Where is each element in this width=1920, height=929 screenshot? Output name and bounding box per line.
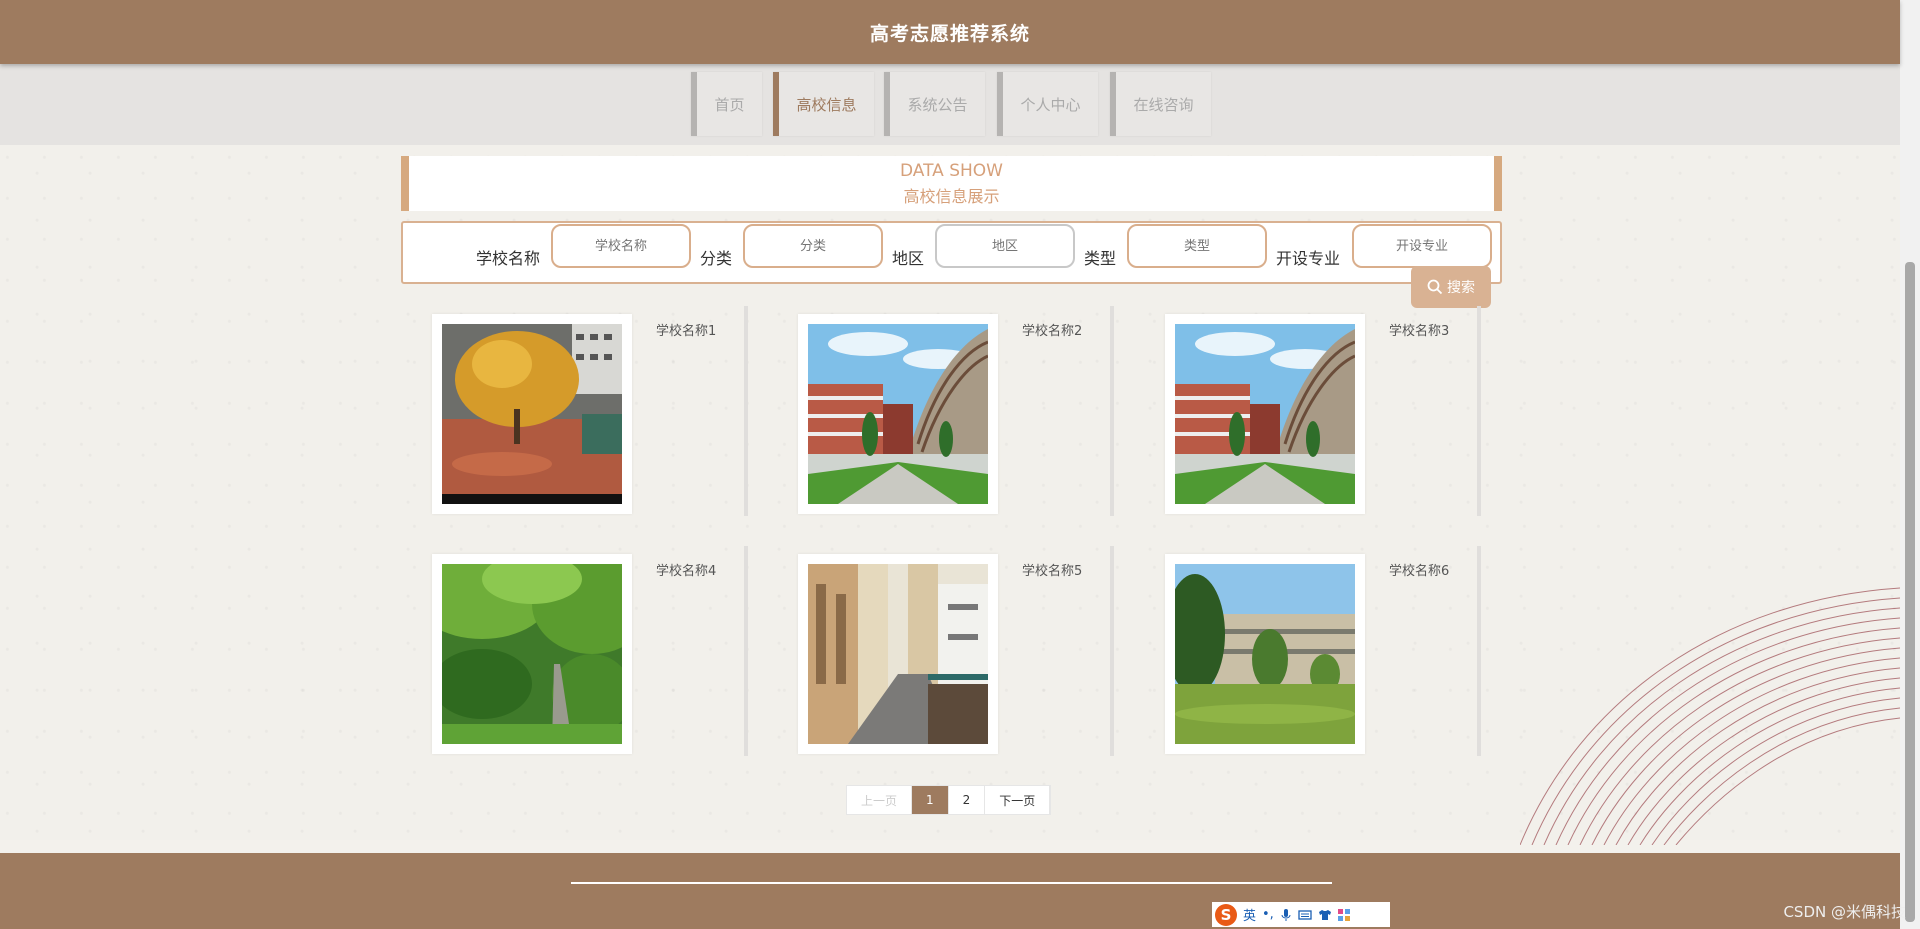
major-label: 开设专业	[1276, 249, 1341, 268]
section-title-en: DATA SHOW	[900, 161, 1003, 181]
school-card[interactable]: 学校名称4	[432, 546, 767, 756]
page-2-button[interactable]: 2	[949, 786, 986, 814]
section-title-cn: 高校信息展示	[903, 187, 1000, 206]
school-name[interactable]: 学校名称5	[1022, 560, 1082, 579]
next-page-button[interactable]: 下一页	[985, 786, 1051, 814]
school-card[interactable]: 学校名称6	[1165, 546, 1500, 756]
decorative-arcs	[1520, 587, 1900, 845]
nav-item-label: 高校信息	[796, 95, 857, 114]
ime-mode[interactable]: 英	[1243, 905, 1256, 924]
school-image-frame	[798, 554, 998, 754]
nav-item-home[interactable]: 首页	[691, 72, 762, 136]
school-image[interactable]	[808, 324, 988, 504]
nav-item-label: 系统公告	[907, 95, 968, 114]
nav-item-consult[interactable]: 在线咨询	[1110, 72, 1211, 136]
site-header: 高考志愿推荐系统	[0, 0, 1900, 64]
nav-item-announcements[interactable]: 系统公告	[884, 72, 985, 136]
sogou-logo-icon: S	[1215, 903, 1237, 926]
card-divider	[1477, 306, 1481, 516]
site-footer: S 英 •,	[0, 853, 1900, 929]
section-title-box: DATA SHOW 高校信息展示	[401, 156, 1502, 211]
school-image[interactable]	[442, 324, 622, 504]
toolbox-grid-icon[interactable]	[1337, 908, 1350, 921]
ime-toolbar[interactable]: S 英 •,	[1212, 902, 1390, 927]
microphone-icon[interactable]	[1280, 908, 1292, 922]
school-card[interactable]: 学校名称1	[432, 306, 767, 516]
scrollbar-thumb[interactable]	[1905, 262, 1915, 922]
footer-divider	[571, 882, 1332, 884]
card-divider	[744, 306, 748, 516]
search-form: 学校名称 分类 地区 类型 开设专业	[401, 221, 1502, 284]
school-image[interactable]	[1175, 324, 1355, 504]
page-1-button[interactable]: 1	[912, 786, 949, 814]
type-input[interactable]	[1127, 224, 1267, 268]
category-label: 分类	[700, 249, 733, 268]
major-input[interactable]	[1352, 224, 1492, 268]
card-divider	[1110, 546, 1114, 756]
region-input[interactable]	[935, 224, 1075, 268]
site-title: 高考志愿推荐系统	[869, 22, 1030, 45]
school-image[interactable]	[808, 564, 988, 744]
keyboard-icon[interactable]	[1298, 909, 1312, 921]
nav-item-label: 个人中心	[1020, 95, 1081, 114]
card-divider	[1477, 546, 1481, 756]
school-image-frame	[1165, 554, 1365, 754]
school-name[interactable]: 学校名称6	[1389, 560, 1449, 579]
school-name[interactable]: 学校名称2	[1022, 320, 1082, 339]
watermark: CSDN @米偶科技	[1783, 903, 1906, 921]
search-icon	[1427, 279, 1443, 295]
school-card[interactable]: 学校名称3	[1165, 306, 1500, 516]
nav-item-schools[interactable]: 高校信息	[773, 72, 874, 136]
region-label: 地区	[892, 249, 925, 268]
card-divider	[1110, 306, 1114, 516]
school-name[interactable]: 学校名称1	[656, 320, 716, 339]
school-image[interactable]	[1175, 564, 1355, 744]
school-name-label: 学校名称	[476, 249, 541, 268]
page-scrollbar[interactable]	[1900, 0, 1920, 929]
school-card[interactable]: 学校名称2	[798, 306, 1133, 516]
search-button-label: 搜索	[1447, 279, 1475, 295]
school-name[interactable]: 学校名称4	[656, 560, 716, 579]
main-nav: 首页 高校信息 系统公告 个人中心 在线咨询	[0, 64, 1900, 145]
pagination: 上一页 1 2 下一页	[846, 785, 1052, 815]
ime-punctuation[interactable]: •,	[1262, 907, 1274, 922]
nav-item-label: 在线咨询	[1133, 95, 1194, 114]
school-card[interactable]: 学校名称5	[798, 546, 1133, 756]
school-name-input[interactable]	[551, 224, 691, 268]
type-label: 类型	[1084, 249, 1117, 268]
school-image-frame	[432, 314, 632, 514]
prev-page-button[interactable]: 上一页	[847, 786, 913, 814]
search-button[interactable]: 搜索	[1411, 266, 1491, 308]
skin-shirt-icon[interactable]	[1318, 909, 1332, 921]
category-input[interactable]	[743, 224, 883, 268]
school-image-frame	[432, 554, 632, 754]
card-divider	[744, 546, 748, 756]
school-image-frame	[798, 314, 998, 514]
school-image-frame	[1165, 314, 1365, 514]
school-name[interactable]: 学校名称3	[1389, 320, 1449, 339]
nav-item-profile[interactable]: 个人中心	[997, 72, 1098, 136]
school-image[interactable]	[442, 564, 622, 744]
nav-item-label: 首页	[714, 95, 745, 114]
